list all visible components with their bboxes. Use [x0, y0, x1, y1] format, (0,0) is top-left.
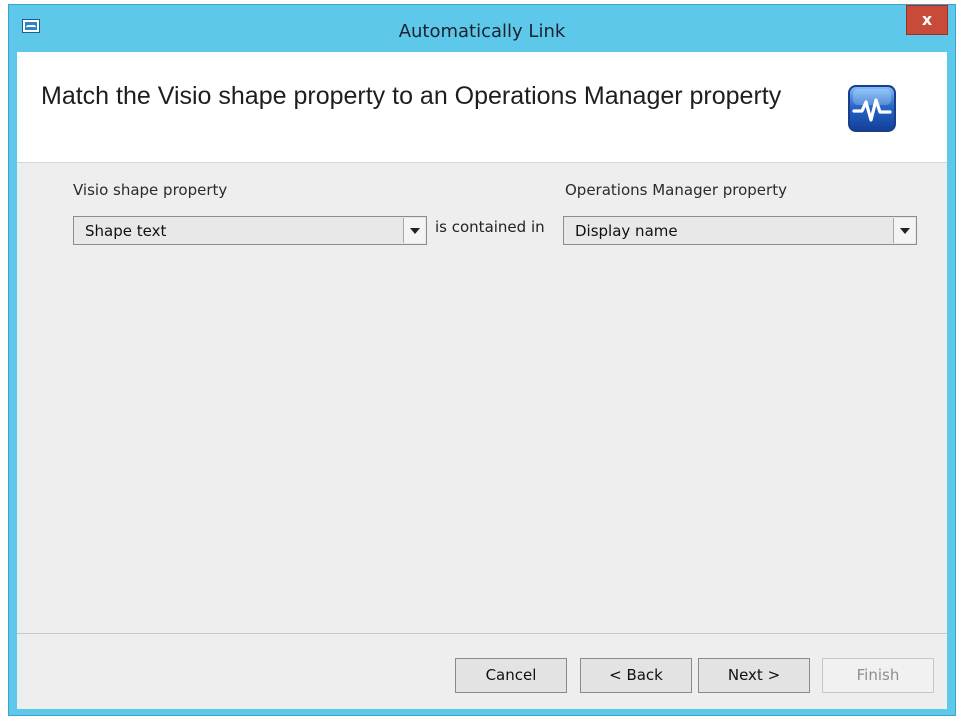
wizard-header: Match the Visio shape property to an Ope…: [17, 52, 947, 163]
close-button[interactable]: x: [906, 5, 948, 35]
chevron-down-icon[interactable]: [893, 218, 915, 243]
visio-shape-property-value: Shape text: [85, 222, 167, 240]
page-title: Match the Visio shape property to an Ope…: [41, 82, 782, 110]
window-title: Automatically Link: [398, 21, 566, 42]
chevron-down-icon[interactable]: [403, 218, 425, 243]
monitoring-pulse-icon: [848, 85, 896, 132]
operations-manager-property-label: Operations Manager property: [565, 181, 787, 199]
finish-button[interactable]: Finish: [822, 658, 934, 693]
title-bar[interactable]: Automatically Link x: [9, 5, 955, 51]
dialog-window: Automatically Link x Match the Visio sha…: [8, 4, 956, 716]
back-button[interactable]: < Back: [580, 658, 692, 693]
next-button[interactable]: Next >: [698, 658, 810, 693]
visio-shape-property-label: Visio shape property: [73, 181, 228, 199]
match-condition-label: is contained in: [435, 218, 545, 236]
footer-divider: [17, 633, 947, 634]
cancel-button[interactable]: Cancel: [455, 658, 567, 693]
dialog-client-area: Match the Visio shape property to an Ope…: [17, 52, 947, 709]
operations-manager-property-select[interactable]: Display name: [563, 216, 917, 245]
operations-manager-property-value: Display name: [575, 222, 678, 240]
visio-shape-property-select[interactable]: Shape text: [73, 216, 427, 245]
